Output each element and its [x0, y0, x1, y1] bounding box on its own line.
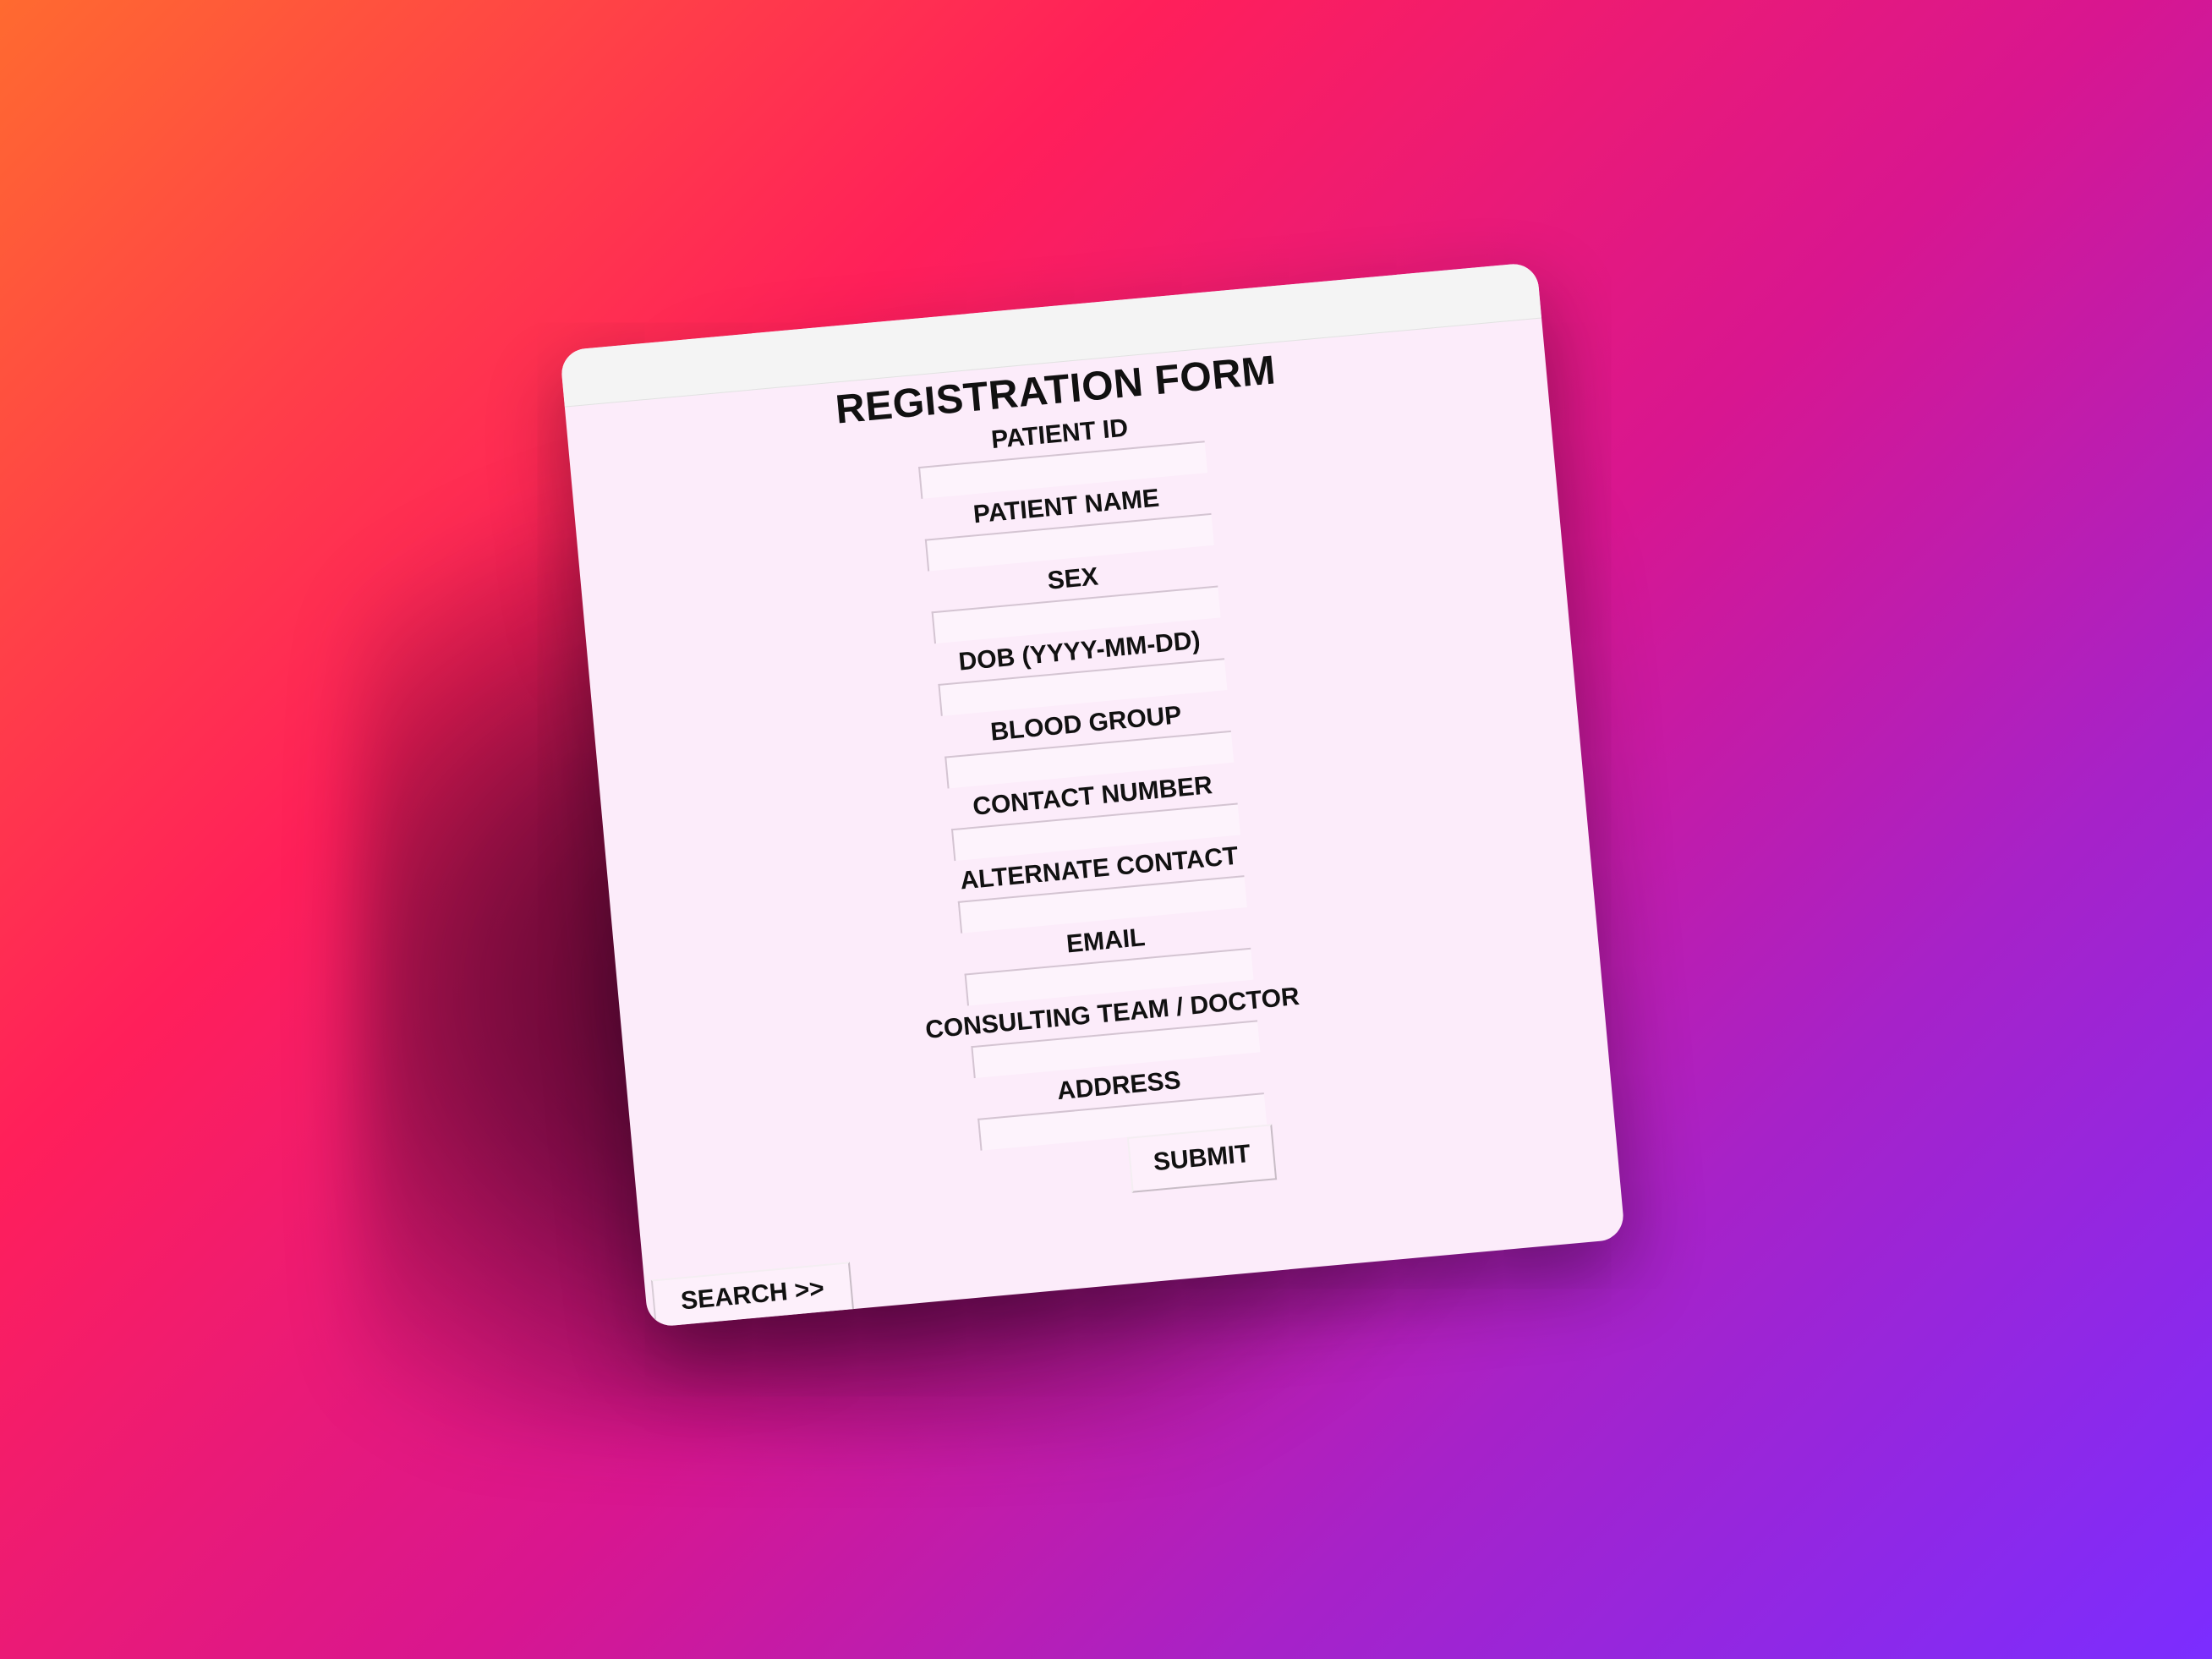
address-label: ADDRESS [1055, 1065, 1182, 1106]
submit-button[interactable]: SUBMIT [1126, 1124, 1278, 1193]
registration-window: REGISTRATION FORM PATIENT ID PATIENT NAM… [559, 261, 1626, 1328]
registration-form: REGISTRATION FORM PATIENT ID PATIENT NAM… [565, 318, 1625, 1328]
sex-label: SEX [1046, 562, 1100, 595]
email-label: EMAIL [1065, 923, 1147, 959]
